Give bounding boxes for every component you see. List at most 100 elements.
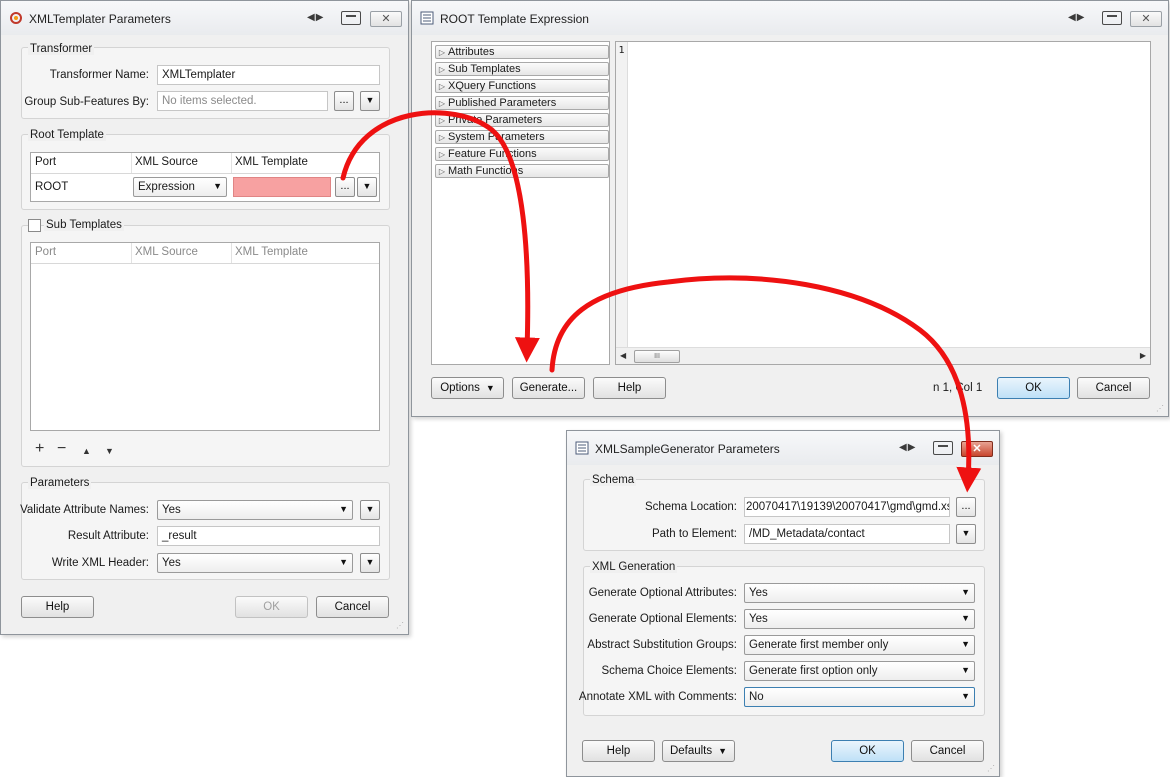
chevron-down-icon: ▼ — [365, 95, 375, 105]
xmlsample-titlebar[interactable]: XMLSampleGenerator Parameters ◀▶ ✕ — [567, 431, 999, 465]
cancel-button[interactable]: Cancel — [316, 596, 389, 618]
chevron-down-icon: ▼ — [961, 587, 970, 597]
tree-item-xquery-functions[interactable]: ▷ XQuery Functions — [435, 79, 609, 93]
dock-icon[interactable] — [1102, 11, 1122, 25]
prev-next-icon[interactable]: ◀▶ — [1068, 12, 1085, 23]
ok-button[interactable]: OK — [997, 377, 1070, 399]
sub-templates-label: Sub Templates — [44, 219, 124, 231]
xml-template-input[interactable] — [233, 177, 331, 197]
horizontal-scrollbar[interactable]: ◀ III ▶ — [616, 347, 1150, 364]
xml-source-select[interactable]: Expression ▼ — [133, 177, 227, 197]
annotate-xml-select[interactable]: No ▼ — [744, 687, 975, 707]
transformer-name-input[interactable]: XMLTemplater — [157, 65, 380, 85]
generate-optional-attributes-select[interactable]: Yes ▼ — [744, 583, 975, 603]
add-icon[interactable]: + — [35, 441, 44, 457]
tree-item-system-parameters[interactable]: ▷ System Parameters — [435, 130, 609, 144]
annotate-xml-label: Annotate XML with Comments: — [578, 691, 737, 703]
chevron-down-icon: ▼ — [213, 181, 222, 191]
scroll-right-icon[interactable]: ▶ — [1140, 351, 1146, 360]
column-header-xml-template: XML Template — [235, 246, 308, 258]
root-expression-title: ROOT Template Expression — [440, 12, 589, 26]
result-attribute-input[interactable]: _result — [157, 526, 380, 546]
xmltemplater-titlebar[interactable]: XMLTemplater Parameters ◀▶ ✕ — [1, 1, 408, 35]
chevron-down-icon: ▼ — [365, 504, 375, 514]
xml-template-dropdown-button[interactable]: ▼ — [357, 177, 377, 197]
tree-item-sub-templates[interactable]: ▷ Sub Templates — [435, 62, 609, 76]
help-button[interactable]: Help — [21, 596, 94, 618]
group-by-label: Group Sub-Features By: — [24, 96, 149, 108]
transformer-name-label: Transformer Name: — [49, 69, 149, 81]
ok-button[interactable]: OK — [831, 740, 904, 762]
resize-grip-icon[interactable]: ⋰ — [1156, 404, 1166, 414]
group-by-input[interactable]: No items selected. — [157, 91, 328, 111]
chevron-down-icon: ▼ — [362, 181, 372, 191]
path-to-element-label: Path to Element: — [651, 528, 737, 540]
generate-optional-attributes-value: Yes — [749, 587, 768, 599]
root-template-group-label: Root Template — [28, 129, 106, 141]
dock-icon[interactable] — [933, 441, 953, 455]
options-button[interactable]: Options ▼ — [431, 377, 504, 399]
write-xml-header-select[interactable]: Yes ▼ — [157, 553, 353, 573]
group-by-dropdown-button[interactable]: ▼ — [360, 91, 380, 111]
expand-icon: ▷ — [438, 116, 446, 125]
write-xml-header-dropdown-button[interactable]: ▼ — [360, 553, 380, 573]
schema-group-label: Schema — [590, 474, 637, 486]
resize-grip-icon[interactable]: ⋰ — [987, 764, 997, 774]
defaults-label: Defaults — [669, 745, 713, 757]
generate-optional-elements-value: Yes — [749, 613, 768, 625]
validate-dropdown-button[interactable]: ▼ — [360, 500, 380, 520]
tree-item-attributes[interactable]: ▷ Attributes — [435, 45, 609, 59]
remove-icon[interactable]: − — [57, 441, 66, 457]
schema-location-ellipsis-button[interactable]: ... — [956, 497, 976, 517]
close-icon[interactable]: ✕ — [370, 11, 402, 27]
expression-editor[interactable]: 1 ◀ III ▶ — [615, 41, 1151, 365]
chevron-down-icon: ▼ — [961, 691, 970, 701]
help-button[interactable]: Help — [582, 740, 655, 762]
write-xml-header-label: Write XML Header: — [51, 557, 149, 569]
parameters-group-label: Parameters — [28, 477, 92, 489]
cancel-button[interactable]: Cancel — [911, 740, 984, 762]
chevron-down-icon: ▼ — [365, 557, 375, 567]
defaults-button[interactable]: Defaults ▼ — [662, 740, 735, 762]
tree-item-math-functions[interactable]: ▷ Math Functions — [435, 164, 609, 178]
expand-icon: ▷ — [438, 150, 446, 159]
path-to-element-input[interactable]: /MD_Metadata/contact — [744, 524, 950, 544]
prev-next-icon[interactable]: ◀▶ — [307, 12, 324, 23]
cursor-position-status: n 1, Col 1 — [933, 382, 983, 394]
path-to-element-dropdown-button[interactable]: ▼ — [956, 524, 976, 544]
sub-templates-table: Port XML Source XML Template — [30, 242, 380, 431]
generate-optional-elements-label: Generate Optional Elements: — [588, 613, 737, 625]
ok-button[interactable]: OK — [235, 596, 308, 618]
validate-attribute-names-select[interactable]: Yes ▼ — [157, 500, 353, 520]
group-by-ellipsis-button[interactable]: ... — [334, 91, 354, 111]
abstract-substitution-groups-select[interactable]: Generate first member only ▼ — [744, 635, 975, 655]
xml-template-ellipsis-button[interactable]: ... — [335, 177, 355, 197]
move-up-icon[interactable]: ▲ — [82, 444, 91, 458]
generate-optional-elements-select[interactable]: Yes ▼ — [744, 609, 975, 629]
scroll-left-icon[interactable]: ◀ — [620, 351, 626, 360]
move-down-icon[interactable]: ▼ — [105, 444, 114, 458]
cancel-button[interactable]: Cancel — [1077, 377, 1150, 399]
schema-location-input[interactable]: 20070417\19139\20070417\gmd\gmd.xsd — [744, 497, 950, 517]
chevron-down-icon: ▼ — [339, 504, 348, 514]
close-icon[interactable]: ✕ — [961, 441, 993, 457]
sub-templates-checkbox[interactable] — [28, 219, 41, 232]
close-icon[interactable]: ✕ — [1130, 11, 1162, 27]
tree-item-published-parameters[interactable]: ▷ Published Parameters — [435, 96, 609, 110]
tree-item-feature-functions[interactable]: ▷ Feature Functions — [435, 147, 609, 161]
prev-next-icon[interactable]: ◀▶ — [899, 442, 916, 453]
scroll-thumb[interactable]: III — [634, 350, 680, 363]
resize-grip-icon[interactable]: ⋰ — [396, 621, 406, 631]
schema-choice-elements-select[interactable]: Generate first option only ▼ — [744, 661, 975, 681]
tree-item-private-parameters[interactable]: ▷ Private Parameters — [435, 113, 609, 127]
chevron-down-icon: ▼ — [961, 613, 970, 623]
dock-icon[interactable] — [341, 11, 361, 25]
generate-button[interactable]: Generate... — [512, 377, 585, 399]
xmlsample-title: XMLSampleGenerator Parameters — [595, 442, 780, 456]
help-button[interactable]: Help — [593, 377, 666, 399]
column-divider — [131, 153, 132, 173]
root-expression-titlebar[interactable]: ROOT Template Expression ◀▶ ✕ — [412, 1, 1168, 35]
chevron-down-icon: ▼ — [339, 557, 348, 567]
function-tree: ▷ Attributes ▷ Sub Templates ▷ XQuery Funct… — [431, 41, 610, 365]
annotate-xml-value: No — [749, 691, 764, 703]
